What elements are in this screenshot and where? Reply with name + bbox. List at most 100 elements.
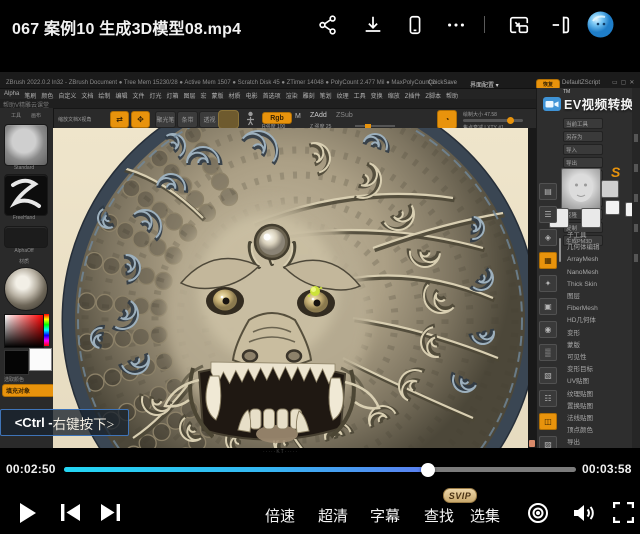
zbrush-tool-panel: TM EV视频转换器 当前工具另存为导入导出全部可见GoZ克隆复制生成PM3D … xyxy=(536,88,640,448)
zsub-toggle: ZSub xyxy=(336,112,353,119)
subpalette-icon: ◉ xyxy=(539,321,557,338)
subpalette-item: 纹理贴图 xyxy=(567,389,639,401)
fullscreen-icon[interactable] xyxy=(613,502,634,528)
subpalette-item: 顶点颜色 xyxy=(567,425,639,437)
download-icon[interactable] xyxy=(362,14,384,36)
progress-bar[interactable] xyxy=(64,467,576,472)
tm-mark: TM xyxy=(563,89,570,95)
subpalette-icon: ☰ xyxy=(539,206,557,223)
quicksave-label: QuickSave xyxy=(428,80,457,86)
subpalette-item: HD几何体 xyxy=(567,315,639,327)
subpalette-icon: ☷ xyxy=(539,390,557,407)
ev-watermark-text: EV视频转换器 xyxy=(564,94,640,113)
current-time: 00:02:50 xyxy=(6,462,56,476)
subpalette-item: NanoMesh xyxy=(567,267,639,279)
progress-fill xyxy=(64,467,428,472)
video-title: 067 案例10 生成3D模型08.mp4 xyxy=(12,15,241,39)
progress-thumb[interactable] xyxy=(421,463,435,477)
m-toggle: M xyxy=(295,113,301,120)
avatar[interactable] xyxy=(587,11,614,38)
quality-button[interactable]: 超清 xyxy=(318,505,348,526)
stroke-thumbnail xyxy=(4,174,48,216)
shelf-gray-button: 条带 xyxy=(177,111,198,128)
tool-head-thumbnail xyxy=(561,168,601,210)
record-icon[interactable] xyxy=(527,502,549,529)
svip-badge: SVIP xyxy=(443,488,477,503)
alpha-label: AlphaOff xyxy=(0,248,48,254)
ev-watermark: TM EV视频转换器 xyxy=(543,94,640,113)
ev-camera-icon xyxy=(543,97,561,111)
next-icon[interactable] xyxy=(101,503,120,527)
material-label: 材质 xyxy=(0,258,48,265)
tooltip-text: 右键按下> xyxy=(53,413,115,433)
material-sphere-thumbnail xyxy=(4,267,48,311)
window-titlebar: 067 案例10 生成3D模型08.mp4 xyxy=(0,0,640,60)
right-edge-tray xyxy=(632,88,640,448)
zbrush-left-palette: 工具 画布 Standard FreeHand AlphaOff 材质 选取颜色… xyxy=(0,108,54,448)
total-time: 00:03:58 xyxy=(582,462,632,476)
shelf-gray-button: 聚光笔 xyxy=(155,111,176,128)
canvas-scroll-marker xyxy=(529,440,535,447)
find-button[interactable]: 查找 xyxy=(424,505,454,526)
alpha-thumbnail xyxy=(4,226,48,248)
subpalette-item: 变形目标 xyxy=(567,364,639,376)
player-controls: 倍速 超清 字幕 查找 SVIP 选集 xyxy=(0,487,640,534)
shelf-gray-button: 透视 xyxy=(199,111,220,128)
toolbar-divider xyxy=(484,16,485,33)
subpalette-item: 几何体编辑 xyxy=(567,242,639,254)
zbrush-canvas xyxy=(53,128,528,448)
subpalette-icon-strip: ▤☰◈▦✦▣◉▒▧☷◫▨≡ xyxy=(539,183,557,455)
more-icon[interactable] xyxy=(445,14,467,36)
episodes-button[interactable]: 选集 xyxy=(470,505,500,526)
play-icon[interactable] xyxy=(19,502,37,529)
subpalette-item: 图层 xyxy=(567,291,639,303)
s-badge: S xyxy=(611,164,620,180)
tool-thumbnail-small-1 xyxy=(605,200,620,215)
volume-icon[interactable] xyxy=(572,502,595,529)
brush-label: Standard xyxy=(0,165,48,171)
tool-panel-chip: 当前工具 xyxy=(563,118,603,129)
subpalette-icon: ◈ xyxy=(539,229,557,246)
subpalette-item: 蒙版 xyxy=(567,340,639,352)
z-intensity-slider xyxy=(355,125,395,127)
phone-icon[interactable] xyxy=(404,14,426,36)
stroke-label: FreeHand xyxy=(0,215,48,221)
pick-color-label: 选取颜色 xyxy=(4,376,52,383)
video-bottom-strip: ·····KT····· xyxy=(0,448,640,455)
subpalette-icon: ▧ xyxy=(539,367,557,384)
subpalette-item: 子工具 xyxy=(567,230,639,242)
subpalette-item: 可见性 xyxy=(567,352,639,364)
zadd-toggle: ZAdd xyxy=(310,112,327,119)
scale-tool-button: ⇄ xyxy=(110,111,129,128)
fill-object-button: 填充对象 xyxy=(2,384,55,397)
tool-panel-chip: 导入 xyxy=(563,144,603,155)
zbrush-window-controls: ▭▢✕ xyxy=(612,79,637,86)
video-player-app: { "topbar": { "title": "067 案例10 生成3D模型0… xyxy=(0,0,640,534)
subpalette-icon: ▦ xyxy=(539,252,557,269)
subpalette-icon: ▣ xyxy=(539,298,557,315)
zoom-doc-label: 缩放文档X视角 xyxy=(58,116,91,123)
subpalette-icon: ▤ xyxy=(539,183,557,200)
subpalette-item: 法线贴图 xyxy=(567,413,639,425)
subpalette-item: FiberMesh xyxy=(567,303,639,315)
subtitles-button[interactable]: 字幕 xyxy=(370,505,400,526)
share-icon[interactable] xyxy=(317,14,339,36)
tooltip-prefix: <Ctrl - xyxy=(15,415,53,430)
secondary-color-swatch xyxy=(29,348,52,371)
miniplayer-icon[interactable] xyxy=(549,14,571,36)
subpalette-item: Thick Skin xyxy=(567,279,639,291)
subpalette-item: ArrayMesh xyxy=(567,254,639,266)
subpalette-icon: ▒ xyxy=(539,344,557,361)
progress-row: 00:02:50 00:03:58 xyxy=(0,455,640,487)
subpalette-icon: ◫ xyxy=(539,413,557,430)
subpalette-item: 置换贴图 xyxy=(567,401,639,413)
previous-icon[interactable] xyxy=(61,503,80,527)
video-surface[interactable]: ZBrush 2022.0.2 ln32 - ZBrush Document ●… xyxy=(0,60,640,455)
speed-button[interactable]: 倍速 xyxy=(265,505,295,526)
stroke-curve-button: ◔ xyxy=(437,110,457,129)
main-color-swatch xyxy=(4,350,29,375)
pip-icon[interactable] xyxy=(508,14,530,36)
zbrush-title-text: ZBrush 2022.0.2 ln32 - ZBrush Document ●… xyxy=(6,80,435,86)
subpalette-item: 变形 xyxy=(567,328,639,340)
panel-scrollbar xyxy=(559,238,561,262)
